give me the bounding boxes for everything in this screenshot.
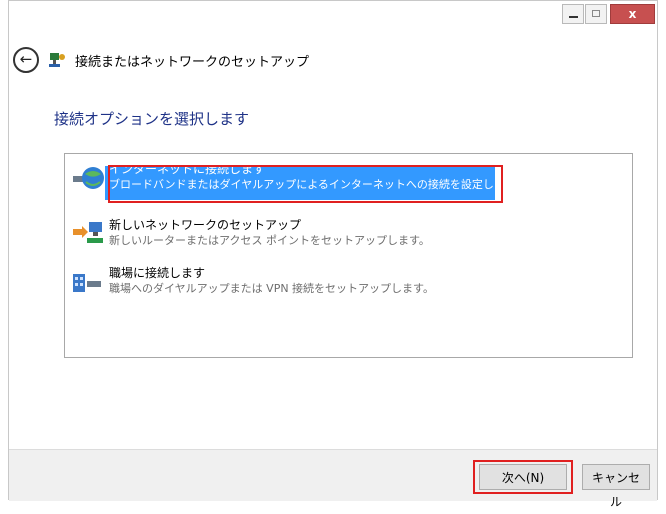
- option-new-network-text: 新しいネットワークのセットアップ 新しいルーターまたはアクセス ポイントをセット…: [109, 217, 430, 248]
- network-setup-icon: [49, 53, 65, 67]
- footer-bar: 次へ(N) キャンセル: [9, 449, 657, 509]
- option-title: 職場に接続します: [109, 266, 206, 280]
- maximize-button[interactable]: [585, 4, 607, 24]
- header-row: ← 接続またはネットワークのセットアップ: [9, 47, 657, 77]
- close-button[interactable]: x: [610, 4, 655, 24]
- instruction-heading: 接続オプションを選択します: [54, 110, 250, 128]
- cancel-button[interactable]: キャンセル: [582, 464, 650, 509]
- option-description: 職場へのダイヤルアップまたは VPN 接続をセットアップします。: [109, 282, 434, 295]
- minimize-icon: [569, 16, 578, 18]
- option-workplace[interactable]: 職場に接続します 職場へのダイヤルアップまたは VPN 接続をセットアップします…: [67, 260, 630, 304]
- maximize-icon: [592, 10, 600, 17]
- new-network-icon: [73, 222, 103, 243]
- next-button[interactable]: 次へ(N): [479, 464, 567, 490]
- internet-globe-icon: [73, 167, 104, 189]
- setup-connection-window: x ← 接続またはネットワークのセットアップ 接続オプションを選択します インタ…: [8, 0, 658, 509]
- workplace-connection-icon: [73, 274, 101, 292]
- title-bar: x: [9, 1, 657, 35]
- connection-options-list: インターネットに接続します ブロードバンドまたはダイヤルアップによるインターネッ…: [64, 153, 633, 358]
- close-icon: x: [628, 7, 637, 21]
- option-description: 新しいルーターまたはアクセス ポイントをセットアップします。: [109, 234, 430, 247]
- back-arrow-icon: ←: [19, 50, 33, 68]
- option-new-network[interactable]: 新しいネットワークのセットアップ 新しいルーターまたはアクセス ポイントをセット…: [67, 212, 630, 256]
- option-title: 新しいネットワークのセットアップ: [109, 218, 302, 232]
- back-button[interactable]: ←: [13, 47, 39, 73]
- window-title: 接続またはネットワークのセットアップ: [75, 55, 310, 70]
- minimize-button[interactable]: [562, 4, 584, 24]
- option-workplace-text: 職場に接続します 職場へのダイヤルアップまたは VPN 接続をセットアップします…: [109, 265, 434, 296]
- annotation-outline: [108, 165, 503, 203]
- option-internet[interactable]: インターネットに接続します ブロードバンドまたはダイヤルアップによるインターネッ…: [67, 156, 630, 203]
